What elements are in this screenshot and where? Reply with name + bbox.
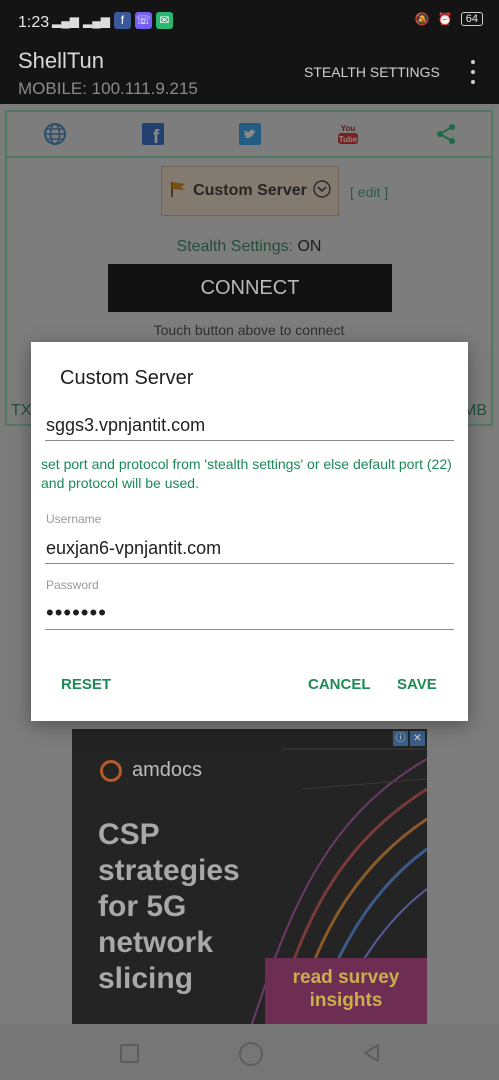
host-input-underline (45, 440, 454, 441)
youtube-icon[interactable]: You Tube (336, 122, 360, 146)
password-label: Password (46, 578, 99, 592)
stealth-value: ON (297, 238, 322, 255)
ad-info-icon[interactable]: ⓘ (393, 731, 408, 746)
flag-icon (169, 180, 187, 203)
stealth-label: Stealth Settings: (176, 238, 294, 255)
home-icon[interactable] (239, 1042, 263, 1066)
svg-text:f: f (153, 127, 160, 146)
chevron-down-icon (313, 179, 331, 203)
username-input[interactable]: euxjan6-vpnjantit.com (46, 538, 221, 559)
save-button[interactable]: SAVE (397, 676, 437, 693)
password-input[interactable]: ••••••• (46, 600, 107, 626)
share-icon[interactable] (434, 122, 458, 146)
viber-notification-icon: ☏ (134, 12, 152, 29)
system-nav-bar (0, 1024, 499, 1080)
ad-headline: CSP strategies for 5G network slicing (98, 818, 240, 995)
edit-server-link[interactable]: [ edit ] (350, 184, 388, 200)
mute-icon: 🔕 (414, 12, 430, 26)
svg-text:Tube: Tube (339, 135, 358, 144)
stealth-settings-button[interactable]: STEALTH SETTINGS (304, 64, 440, 80)
svg-text:You: You (341, 124, 356, 133)
globe-icon[interactable] (43, 122, 67, 146)
server-selector[interactable]: Custom Server (161, 166, 339, 216)
dialog-title: Custom Server (60, 367, 194, 389)
touch-hint: Touch button above to connect (153, 322, 345, 338)
tx-label: TX (11, 402, 32, 419)
username-label: Username (46, 512, 102, 526)
status-time: 1:23 (18, 14, 50, 31)
battery-icon: 64 (460, 12, 483, 26)
username-input-underline (45, 563, 454, 564)
custom-server-dialog: Custom Server sggs3.vpnjantit.com set po… (31, 342, 468, 721)
host-input[interactable]: sggs3.vpnjantit.com (46, 415, 205, 436)
app-bar: ShellTun MOBILE: 100.111.9.215 STEALTH S… (0, 46, 499, 104)
app-title: ShellTun (18, 48, 105, 73)
cancel-button[interactable]: CANCEL (308, 676, 371, 693)
connection-subtitle: MOBILE: 100.111.9.215 (18, 79, 198, 98)
status-icons-left: ▂▄▆ ▂▄▆ f ☏ ✉ (52, 12, 173, 29)
password-input-underline (45, 629, 454, 630)
status-bar: 1:23 ▂▄▆ ▂▄▆ f ☏ ✉ 🔕 ⏰ 64 (0, 0, 499, 46)
ad-close-icon[interactable]: ✕ (410, 731, 425, 746)
ad-choices[interactable]: ⓘ ✕ (393, 731, 425, 746)
alarm-icon: ⏰ (437, 12, 453, 26)
signal-icon-2: ▂▄▆ (82, 13, 110, 28)
ad-brand: amdocs (100, 759, 202, 782)
facebook-notification-icon: f (113, 12, 131, 29)
ad-banner[interactable]: amdocs CSP strategies for 5G network sli… (72, 729, 427, 1024)
server-label: Custom Server (193, 182, 307, 199)
connect-button[interactable]: CONNECT (108, 264, 392, 312)
status-icons-right: 🔕 ⏰ 64 (415, 12, 483, 26)
signal-icon: ▂▄▆ (52, 13, 79, 28)
messages-notification-icon: ✉ (155, 12, 173, 29)
twitter-icon[interactable] (238, 122, 262, 146)
overflow-menu-icon[interactable] (471, 60, 477, 84)
back-icon[interactable] (360, 1042, 382, 1064)
facebook-icon[interactable]: f (141, 122, 165, 146)
ad-brand-name: amdocs (132, 759, 203, 781)
amdocs-logo-icon (100, 759, 122, 782)
ad-cta-button[interactable]: read survey insights (265, 958, 427, 1024)
reset-button[interactable]: RESET (61, 676, 111, 693)
recents-icon[interactable] (120, 1044, 139, 1063)
dialog-note: set port and protocol from 'stealth sett… (41, 456, 452, 491)
stealth-status: Stealth Settings: ON (7, 238, 491, 256)
share-bar: f You Tube (7, 112, 491, 158)
